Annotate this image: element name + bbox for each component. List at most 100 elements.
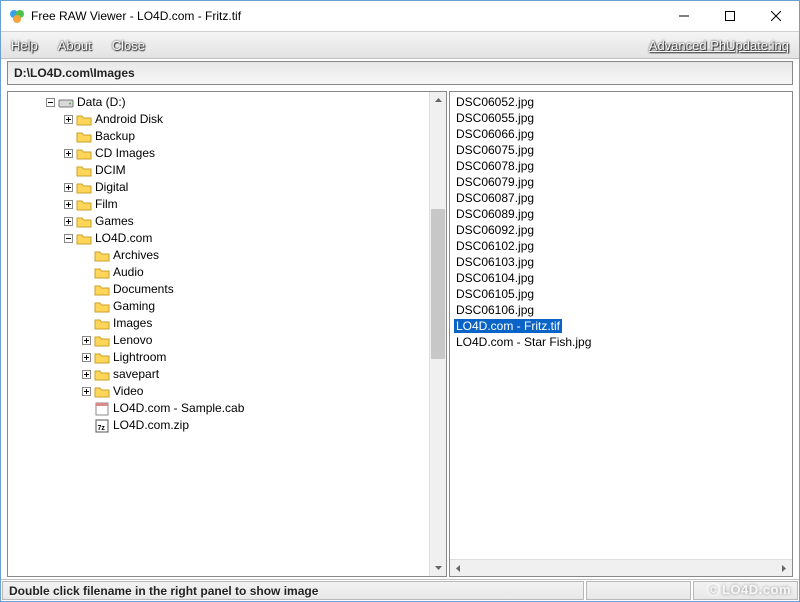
expand-icon[interactable] bbox=[80, 334, 93, 347]
file-name: DSC06105.jpg bbox=[454, 287, 536, 301]
file-row[interactable]: DSC06106.jpg bbox=[454, 302, 792, 318]
folder-icon bbox=[76, 112, 92, 128]
hscroll-track[interactable] bbox=[467, 560, 775, 576]
tree-node-label: Video bbox=[113, 383, 143, 400]
menu-about[interactable]: About bbox=[58, 38, 92, 53]
file-list-panel: DSC06052.jpgDSC06055.jpgDSC06066.jpgDSC0… bbox=[449, 91, 793, 577]
tree-node-label: Gaming bbox=[113, 298, 155, 315]
scroll-track[interactable] bbox=[430, 109, 446, 559]
file-row[interactable]: DSC06075.jpg bbox=[454, 142, 792, 158]
file-name: LO4D.com - Star Fish.jpg bbox=[454, 335, 593, 349]
expand-icon[interactable] bbox=[80, 385, 93, 398]
file-row[interactable]: DSC06052.jpg bbox=[454, 94, 792, 110]
file-row[interactable]: DSC06078.jpg bbox=[454, 158, 792, 174]
file-name: DSC06087.jpg bbox=[454, 191, 536, 205]
tree-node[interactable]: 7zLO4D.com.zip bbox=[10, 417, 446, 434]
folder-tree-panel: Data (D:)Android DiskBackupCD ImagesDCIM… bbox=[7, 91, 447, 577]
tree-node[interactable]: Images bbox=[10, 315, 446, 332]
tree-node[interactable]: Audio bbox=[10, 264, 446, 281]
path-input[interactable]: D:\LO4D.com\Images bbox=[7, 61, 793, 85]
file-row[interactable]: DSC06089.jpg bbox=[454, 206, 792, 222]
file-row[interactable]: DSC06102.jpg bbox=[454, 238, 792, 254]
tree-node-label: LO4D.com - Sample.cab bbox=[113, 400, 244, 417]
folder-icon bbox=[76, 231, 92, 247]
scroll-up-icon[interactable] bbox=[430, 92, 446, 109]
app-window: Free RAW Viewer - LO4D.com - Fritz.tif H… bbox=[0, 0, 800, 602]
tree-node[interactable]: Film bbox=[10, 196, 446, 213]
tree-node[interactable]: Gaming bbox=[10, 298, 446, 315]
folder-icon bbox=[94, 316, 110, 332]
tree-node[interactable]: Lenovo bbox=[10, 332, 446, 349]
tree-node[interactable]: Data (D:) bbox=[10, 94, 446, 111]
file-hscrollbar[interactable] bbox=[450, 559, 792, 576]
titlebar[interactable]: Free RAW Viewer - LO4D.com - Fritz.tif bbox=[1, 1, 799, 31]
tree-node[interactable]: Games bbox=[10, 213, 446, 230]
tree-node[interactable]: CD Images bbox=[10, 145, 446, 162]
tree-node[interactable]: Documents bbox=[10, 281, 446, 298]
collapse-icon[interactable] bbox=[62, 232, 75, 245]
tree-node-label: Backup bbox=[95, 128, 135, 145]
file-name: DSC06079.jpg bbox=[454, 175, 536, 189]
menu-advanced[interactable]: Advanced PhUpdate:inq bbox=[649, 38, 789, 53]
file-row[interactable]: LO4D.com - Fritz.tif bbox=[454, 318, 792, 334]
file-list[interactable]: DSC06052.jpgDSC06055.jpgDSC06066.jpgDSC0… bbox=[450, 92, 792, 559]
tree-node[interactable]: Video bbox=[10, 383, 446, 400]
status-text: Double click filename in the right panel… bbox=[2, 581, 584, 600]
tree-node[interactable]: DCIM bbox=[10, 162, 446, 179]
tree-node-label: LO4D.com.zip bbox=[113, 417, 189, 434]
tree-node[interactable]: Archives bbox=[10, 247, 446, 264]
expand-icon[interactable] bbox=[62, 181, 75, 194]
app-icon bbox=[9, 8, 25, 24]
tree-node[interactable]: savepart bbox=[10, 366, 446, 383]
folder-tree[interactable]: Data (D:)Android DiskBackupCD ImagesDCIM… bbox=[8, 92, 446, 436]
expand-icon[interactable] bbox=[62, 147, 75, 160]
collapse-icon[interactable] bbox=[44, 96, 57, 109]
scroll-left-icon[interactable] bbox=[450, 560, 467, 576]
menu-help[interactable]: Help bbox=[11, 38, 38, 53]
file-row[interactable]: DSC06104.jpg bbox=[454, 270, 792, 286]
folder-icon bbox=[76, 180, 92, 196]
tree-node-label: Digital bbox=[95, 179, 128, 196]
file-row[interactable]: DSC06105.jpg bbox=[454, 286, 792, 302]
minimize-button[interactable] bbox=[661, 1, 707, 31]
file-row[interactable]: LO4D.com - Star Fish.jpg bbox=[454, 334, 792, 350]
scroll-thumb[interactable] bbox=[431, 209, 445, 359]
tree-node[interactable]: Android Disk bbox=[10, 111, 446, 128]
tree-node-label: Audio bbox=[113, 264, 144, 281]
scroll-right-icon[interactable] bbox=[775, 560, 792, 576]
file-row[interactable]: DSC06079.jpg bbox=[454, 174, 792, 190]
folder-icon bbox=[94, 333, 110, 349]
tree-node[interactable]: Digital bbox=[10, 179, 446, 196]
file-row[interactable]: DSC06087.jpg bbox=[454, 190, 792, 206]
maximize-button[interactable] bbox=[707, 1, 753, 31]
expand-icon[interactable] bbox=[62, 113, 75, 126]
close-button[interactable] bbox=[753, 1, 799, 31]
path-text: D:\LO4D.com\Images bbox=[14, 66, 135, 80]
file-row[interactable]: DSC06092.jpg bbox=[454, 222, 792, 238]
menu-close[interactable]: Close bbox=[112, 38, 145, 53]
expand-icon[interactable] bbox=[62, 198, 75, 211]
file-row[interactable]: DSC06055.jpg bbox=[454, 110, 792, 126]
tree-node[interactable]: Backup bbox=[10, 128, 446, 145]
file-row[interactable]: DSC06066.jpg bbox=[454, 126, 792, 142]
file-row[interactable]: DSC06103.jpg bbox=[454, 254, 792, 270]
tree-node-label: Data (D:) bbox=[77, 94, 126, 111]
window-title: Free RAW Viewer - LO4D.com - Fritz.tif bbox=[31, 9, 661, 23]
tree-node[interactable]: Lightroom bbox=[10, 349, 446, 366]
expand-icon[interactable] bbox=[62, 215, 75, 228]
file-name: DSC06075.jpg bbox=[454, 143, 536, 157]
file-name: DSC06078.jpg bbox=[454, 159, 536, 173]
tree-node-label: Lenovo bbox=[113, 332, 152, 349]
cab-icon bbox=[94, 401, 110, 417]
toolbar: Help About Close Advanced PhUpdate:inq bbox=[1, 31, 799, 59]
drive-icon bbox=[58, 95, 74, 111]
expand-icon[interactable] bbox=[80, 368, 93, 381]
tree-node[interactable]: LO4D.com bbox=[10, 230, 446, 247]
tree-node-label: Film bbox=[95, 196, 118, 213]
tree-node[interactable]: LO4D.com - Sample.cab bbox=[10, 400, 446, 417]
folder-icon bbox=[94, 367, 110, 383]
expand-icon[interactable] bbox=[80, 351, 93, 364]
scroll-down-icon[interactable] bbox=[430, 559, 446, 576]
tree-vscrollbar[interactable] bbox=[429, 92, 446, 576]
status-cell-2 bbox=[586, 581, 691, 600]
